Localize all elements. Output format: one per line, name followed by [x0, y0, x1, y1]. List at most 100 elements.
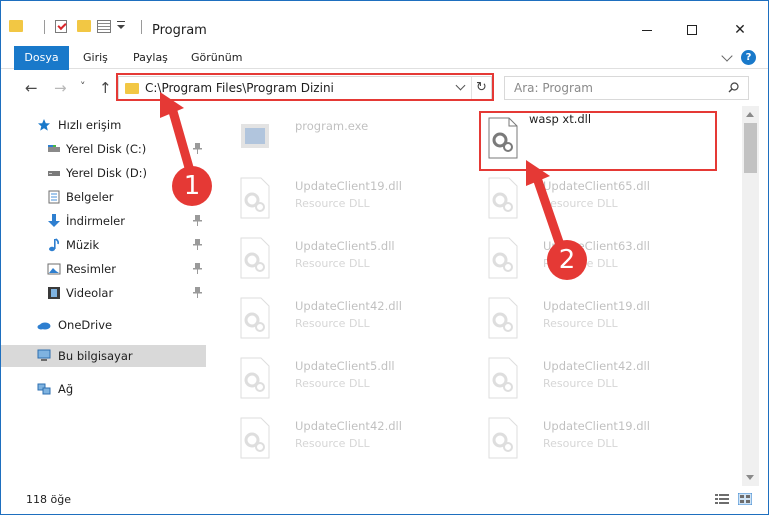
sidebar-item-onedrive[interactable]: OneDrive: [1, 314, 206, 336]
scroll-down-icon[interactable]: [746, 475, 754, 480]
pictures-icon: [47, 263, 61, 275]
file-name: UpdateClient5.dll: [295, 239, 395, 253]
videos-icon: [48, 287, 60, 299]
customize-quick-access-icon[interactable]: [117, 21, 125, 29]
expand-ribbon-icon[interactable]: [721, 50, 733, 62]
search-input[interactable]: Ara: Program: [504, 76, 749, 100]
dll-icon: [240, 417, 270, 459]
sidebar-item-network[interactable]: Ağ: [1, 378, 206, 400]
sidebar-item-label: İndirmeler: [66, 214, 125, 228]
status-bar: 118 öğe: [1, 486, 768, 514]
address-highlight: [116, 73, 494, 101]
file-item[interactable]: UpdateClient5.dll Resource DLL: [227, 346, 467, 406]
sidebar-item-quick-access[interactable]: Hızlı erişim: [1, 114, 206, 136]
dll-icon: [488, 417, 518, 459]
maximize-icon: [687, 25, 697, 35]
up-button[interactable]: ↑: [99, 79, 112, 97]
pin-icon[interactable]: [193, 215, 202, 226]
file-type: Resource DLL: [543, 317, 618, 330]
vertical-scrollbar[interactable]: [742, 106, 759, 486]
separator: [44, 20, 45, 34]
sidebar-item-videos[interactable]: Videolar: [1, 282, 206, 304]
item-count: 118 öğe: [26, 493, 71, 506]
recent-locations-button[interactable]: ˅: [80, 80, 86, 93]
large-icons-view-icon[interactable]: [738, 493, 752, 505]
sidebar-item-local-disk-c[interactable]: Yerel Disk (C:): [1, 138, 206, 160]
separator: [141, 20, 142, 34]
search-placeholder: Ara: Program: [514, 81, 593, 95]
pin-icon[interactable]: [193, 263, 202, 274]
file-item[interactable]: UpdateClient42.dll Resource DLL: [475, 346, 715, 406]
sidebar-item-label: Resimler: [66, 262, 116, 276]
sidebar-item-label: OneDrive: [58, 318, 113, 332]
file-name: UpdateClient19.dll: [543, 299, 650, 313]
file-item[interactable]: UpdateClient19.dll Resource DLL: [475, 286, 715, 346]
minimize-button[interactable]: [624, 15, 670, 45]
file-highlight: [479, 111, 717, 171]
sidebar-item-music[interactable]: Müzik: [1, 234, 206, 256]
file-item-program-exe[interactable]: program.exe: [227, 106, 467, 166]
tab-home[interactable]: Giriş: [83, 46, 108, 69]
dll-icon: [240, 357, 270, 399]
ribbon-tabs: Dosya Giriş Paylaş Görünüm ?: [1, 46, 768, 106]
file-item[interactable]: UpdateClient65.dll Resource DLL: [475, 166, 715, 226]
new-folder-icon[interactable]: [77, 20, 91, 32]
file-type: Resource DLL: [543, 377, 618, 390]
file-item[interactable]: UpdateClient42.dll Resource DLL: [227, 406, 467, 466]
dll-icon: [240, 237, 270, 279]
details-view-icon[interactable]: [715, 493, 729, 505]
file-type: Resource DLL: [295, 437, 370, 450]
tab-view[interactable]: Görünüm: [191, 46, 242, 69]
minimize-icon: [642, 29, 652, 31]
back-button[interactable]: ←: [25, 79, 38, 97]
file-name: UpdateClient5.dll: [295, 359, 395, 373]
scroll-up-icon[interactable]: [746, 112, 754, 117]
pin-icon[interactable]: [193, 239, 202, 250]
network-icon: [37, 383, 51, 395]
sidebar-item-label: Yerel Disk (D:): [66, 166, 148, 180]
search-icon[interactable]: [728, 82, 739, 93]
file-item[interactable]: UpdateClient63.dll Resource DLL: [475, 226, 715, 286]
properties-check-icon[interactable]: [55, 20, 67, 33]
sidebar-item-pictures[interactable]: Resimler: [1, 258, 206, 280]
dll-icon: [240, 297, 270, 339]
star-icon: [38, 119, 50, 131]
file-name: program.exe: [295, 119, 369, 133]
close-button[interactable]: ✕: [717, 15, 763, 45]
file-item[interactable]: UpdateClient19.dll Resource DLL: [475, 406, 715, 466]
dll-icon: [488, 177, 518, 219]
exe-icon: [241, 124, 269, 148]
file-type: Resource DLL: [295, 317, 370, 330]
file-type: Resource DLL: [295, 257, 370, 270]
close-icon: ✕: [734, 22, 746, 38]
sidebar-item-downloads[interactable]: İndirmeler: [1, 210, 206, 232]
dll-icon: [488, 237, 518, 279]
tab-share[interactable]: Paylaş: [133, 46, 168, 69]
window-title: Program: [152, 23, 207, 38]
file-item[interactable]: UpdateClient42.dll Resource DLL: [227, 286, 467, 346]
file-item[interactable]: UpdateClient5.dll Resource DLL: [227, 226, 467, 286]
sidebar-item-label: Müzik: [66, 238, 100, 252]
scroll-thumb[interactable]: [744, 123, 757, 173]
sidebar-item-label: Ağ: [58, 382, 74, 396]
file-type: Resource DLL: [295, 197, 370, 210]
sidebar-item-label: Bu bilgisayar: [58, 349, 133, 363]
file-type: Resource DLL: [295, 377, 370, 390]
download-icon: [48, 214, 60, 227]
sidebar-item-label: Videolar: [66, 286, 114, 300]
pin-icon[interactable]: [193, 287, 202, 298]
computer-icon: [37, 349, 51, 361]
folder-icon: [9, 20, 23, 32]
file-item[interactable]: UpdateClient19.dll Resource DLL: [227, 166, 467, 226]
pin-icon[interactable]: [193, 143, 202, 154]
sidebar-item-this-pc[interactable]: Bu bilgisayar: [1, 345, 206, 367]
drive-icon: [48, 171, 60, 176]
dll-icon: [488, 297, 518, 339]
properties-icon[interactable]: [97, 20, 111, 33]
drive-icon: [48, 145, 60, 152]
maximize-button[interactable]: [669, 15, 715, 45]
sidebar-item-label: Hızlı erişim: [58, 118, 122, 132]
navigation-pane: Hızlı erişim Yerel Disk (C:) Yerel Disk …: [1, 106, 211, 486]
help-icon[interactable]: ?: [741, 50, 756, 65]
forward-button[interactable]: →: [54, 79, 67, 97]
